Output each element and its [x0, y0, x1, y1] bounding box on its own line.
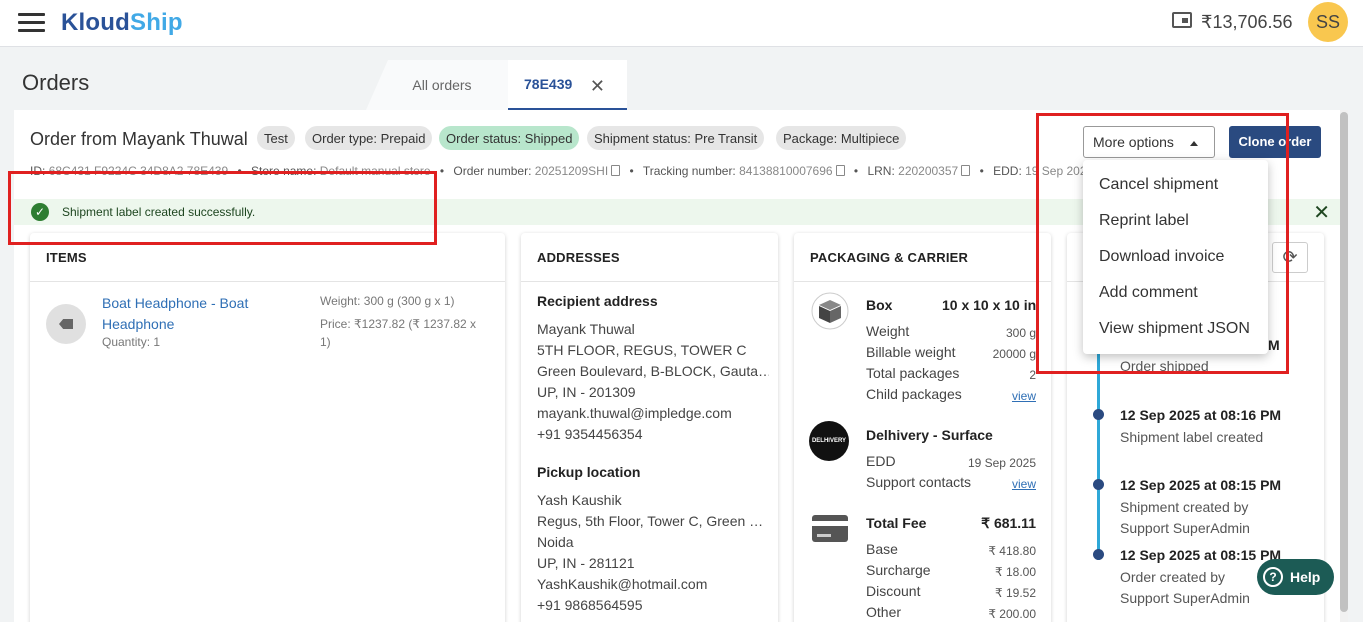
page-title: Orders: [22, 70, 90, 95]
meta-lrn-value: 220200357: [898, 164, 959, 178]
meta-tracking-label: Tracking number:: [642, 164, 736, 178]
edd-value: 19 Sep 2025: [967, 456, 1036, 470]
copy-icon[interactable]: [835, 165, 845, 176]
base-value: ₹ 418.80: [988, 544, 1036, 558]
chip-package: Package: Multipiece: [776, 126, 907, 150]
child-packages-label: Child packages: [866, 386, 962, 402]
total-packages-label: Total packages: [866, 365, 960, 381]
help-icon: ?: [1263, 567, 1283, 587]
timeline-dot: [1093, 409, 1104, 420]
weight-label: Weight: [866, 323, 910, 339]
packaging-header: PACKAGING & CARRIER: [794, 233, 1051, 282]
surcharge-value: ₹ 18.00: [995, 565, 1036, 579]
weight-value: 300 g: [1005, 326, 1036, 340]
box-label: Box: [866, 297, 893, 313]
items-card: ITEMS Boat Headphone - Boat Headphone Qu…: [30, 233, 505, 622]
chip-shipment-status: Shipment status: Pre Transit: [587, 126, 765, 150]
meta-tracking-value: 84138810007696: [739, 164, 833, 178]
timeline-dot: [1093, 479, 1104, 490]
hamburger-menu-icon[interactable]: [18, 13, 45, 33]
other-label: Other: [866, 604, 902, 620]
pickup-title: Pickup location: [537, 464, 641, 480]
support-label: Support contacts: [866, 474, 972, 490]
avatar[interactable]: SS: [1308, 2, 1348, 42]
carrier-name: Delhivery - Surface: [866, 427, 993, 443]
recipient-title: Recipient address: [537, 293, 658, 309]
tab-order-78e439[interactable]: 78E439 ✕: [508, 60, 627, 110]
wallet-icon: [1172, 12, 1192, 28]
timeline-event-text: Order created by Support SuperAdmin: [1120, 569, 1250, 606]
packaging-card: PACKAGING & CARRIER Box 10 x 10 x 10 in …: [794, 233, 1051, 622]
tag-icon: [46, 304, 86, 344]
addresses-card: ADDRESSES Recipient address Mayank Thuwa…: [521, 233, 778, 622]
highlight-box-alert: [8, 171, 437, 245]
highlight-box-menu: [1036, 113, 1289, 374]
billable-value: 20000 g: [992, 347, 1036, 361]
item-quantity: Quantity: 1: [102, 335, 161, 349]
wallet-balance: ₹13,706.56: [1201, 12, 1293, 32]
fee-label: Total Fee: [866, 515, 927, 531]
chip-order-type: Order type: Prepaid: [305, 126, 433, 150]
timeline-event-date: 12 Sep 2025 at 08:16 PM: [1120, 407, 1282, 423]
base-label: Base: [866, 541, 898, 557]
timeline-event-date: 12 Sep 2025 at 08:15 PM: [1120, 477, 1282, 493]
fee-value: ₹ 681.11: [981, 515, 1036, 531]
recipient-address: Mayank Thuwal 5TH FLOOR, REGUS, TOWER C Gr…: [537, 321, 769, 442]
child-packages-view-link[interactable]: view: [1012, 389, 1036, 403]
meta-edd-label: EDD:: [993, 164, 1022, 178]
timeline-event-date: 12 Sep 2025 at 08:15 PM: [1120, 547, 1282, 563]
timeline-event-text: Shipment created by Support SuperAdmin: [1120, 499, 1250, 536]
addresses-header: ADDRESSES: [521, 233, 778, 282]
tab-label: 78E439: [524, 76, 573, 92]
meta-order-value: 20251209SHI: [534, 164, 609, 178]
meta-order-label: Order number:: [453, 164, 532, 178]
billable-label: Billable weight: [866, 344, 956, 360]
box-icon: [811, 292, 849, 330]
item-price: Price: ₹1237.82 (₹ 1237.82 x 1): [320, 317, 477, 349]
top-bar: KloudShip ₹13,706.56 SS: [0, 0, 1363, 47]
credit-card-icon: [812, 515, 848, 542]
support-view-link[interactable]: view: [1012, 477, 1036, 491]
discount-label: Discount: [866, 583, 921, 599]
item-name-link[interactable]: Boat Headphone - Boat Headphone: [102, 293, 272, 335]
timeline-line: [1097, 350, 1100, 560]
other-value: ₹ 200.00: [988, 607, 1036, 621]
chip-test: Test: [257, 126, 295, 150]
delhivery-logo: DELHIVERY: [809, 421, 849, 461]
panel-scrollbar[interactable]: [1340, 110, 1348, 622]
app-logo[interactable]: KloudShip: [61, 9, 183, 37]
edd-label: EDD: [866, 453, 896, 469]
tab-all-orders[interactable]: All orders: [366, 60, 508, 110]
close-alert-icon[interactable]: ✕: [1313, 200, 1330, 225]
surcharge-label: Surcharge: [866, 562, 931, 578]
item-weight: Weight: 300 g (300 g x 1): [320, 294, 455, 308]
copy-icon[interactable]: [611, 165, 621, 176]
chip-order-status: Order status: Shipped: [439, 126, 580, 150]
box-dims: 10 x 10 x 10 in: [942, 297, 1037, 313]
total-packages-value: 2: [1029, 368, 1036, 382]
pickup-address: Yash Kaushik Regus, 5th Floor, Tower C, G…: [537, 492, 764, 613]
timeline-event-text: Shipment label created: [1120, 429, 1264, 445]
discount-value: ₹ 19.52: [995, 586, 1036, 600]
close-tab-icon[interactable]: ✕: [590, 76, 605, 97]
meta-lrn-label: LRN:: [867, 164, 895, 178]
help-button[interactable]: ? Help: [1257, 559, 1334, 595]
order-title: Order from Mayank Thuwal: [30, 129, 248, 149]
copy-icon[interactable]: [961, 165, 971, 176]
timeline-dot: [1093, 549, 1104, 560]
